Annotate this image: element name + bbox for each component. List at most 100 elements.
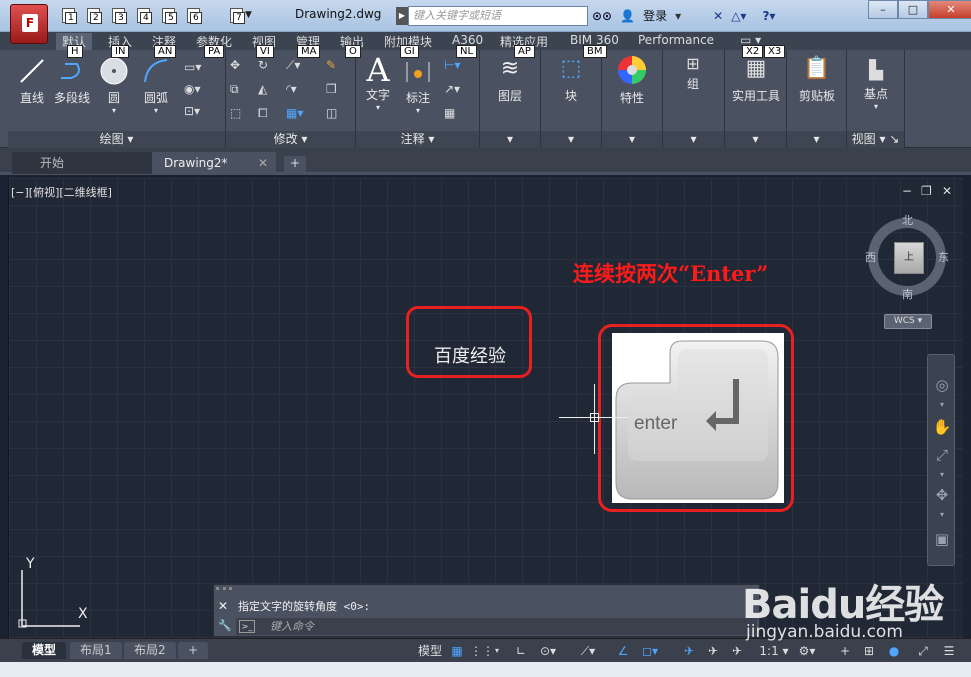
qat-saveas-icon[interactable]: 4 bbox=[133, 6, 155, 26]
viewport-restore-icon[interactable]: ❐ bbox=[921, 184, 932, 198]
panel-view-title[interactable]: 视图 ▾ ↘ bbox=[847, 131, 904, 148]
annotation-visibility-icon[interactable]: ✈ bbox=[680, 642, 698, 660]
orbit-icon[interactable]: ✥ bbox=[932, 485, 952, 505]
boundary-icon[interactable]: ⊡▾ bbox=[184, 104, 200, 120]
basepoint-tool[interactable]: ▙ 基点 ▾ bbox=[851, 60, 901, 111]
isolate-objects-icon[interactable]: ● bbox=[884, 642, 904, 660]
array-icon[interactable]: ▦▾ bbox=[286, 106, 303, 122]
annotation-scale-select[interactable]: 1:1 ▾ bbox=[754, 642, 794, 660]
drawing-canvas[interactable] bbox=[8, 178, 963, 638]
qat-plot-icon[interactable]: 5 bbox=[158, 6, 180, 26]
compass-north[interactable]: 北 bbox=[902, 212, 913, 228]
qat-undo-icon[interactable]: 6 bbox=[183, 6, 205, 26]
properties-tool[interactable]: 特性 bbox=[612, 54, 652, 106]
panel-properties-dropdown-icon[interactable]: ▾ bbox=[602, 131, 662, 148]
isodraft-icon[interactable]: ⟋▾ bbox=[576, 642, 600, 660]
auto-scale-icon[interactable]: ✈ bbox=[704, 642, 722, 660]
offset-icon[interactable]: ◫ bbox=[326, 106, 342, 122]
command-prompt-icon[interactable]: >_ bbox=[239, 620, 255, 633]
autodesk-360-icon[interactable]: △▾ bbox=[731, 9, 746, 23]
steeringwheel-dropdown-icon[interactable]: ▾ bbox=[932, 395, 952, 415]
move-icon[interactable]: ✥ bbox=[230, 58, 246, 74]
qat-new-icon[interactable]: 1 bbox=[58, 6, 80, 26]
object-snap-icon[interactable]: ◻▾ bbox=[638, 642, 662, 660]
wcs-menu[interactable]: WCS ▾ bbox=[884, 314, 932, 329]
linear-dim-icon[interactable]: ⊢▾ bbox=[444, 58, 460, 74]
text-tool[interactable]: A 文字 ▾ bbox=[362, 54, 394, 112]
panel-clipboard-dropdown-icon[interactable]: ▾ bbox=[787, 131, 846, 148]
exchange-icon[interactable]: ✕ bbox=[713, 9, 723, 23]
stretch-icon[interactable]: ⬚ bbox=[230, 106, 246, 122]
close-tab-icon[interactable]: ✕ bbox=[258, 152, 268, 174]
binoculars-icon[interactable]: ⊙⊙ bbox=[592, 9, 612, 23]
tab-performance[interactable]: Performance bbox=[638, 33, 714, 47]
login-button[interactable]: 登录 bbox=[643, 7, 667, 24]
group-tool[interactable]: ⊞ 组 bbox=[673, 54, 713, 92]
panel-group[interactable]: ⊞ 组 ▾ bbox=[663, 50, 725, 148]
hardware-accel-icon[interactable]: ⊞ bbox=[860, 642, 878, 660]
layout-tab-2[interactable]: 布局2 bbox=[124, 642, 176, 659]
steeringwheel-icon[interactable]: ◎ bbox=[932, 375, 952, 395]
scale-icon[interactable]: ⧠ bbox=[258, 106, 274, 122]
plus-icon[interactable]: + bbox=[836, 642, 854, 660]
application-menu-button[interactable]: F bbox=[10, 4, 48, 44]
zoom-dropdown-icon[interactable]: ▾ bbox=[932, 465, 952, 485]
block-tool[interactable]: ⬚ 块 bbox=[551, 56, 591, 104]
panel-properties[interactable]: 特性 ▾ bbox=[602, 50, 663, 148]
pan-icon[interactable]: ✋ bbox=[932, 417, 952, 437]
layout-tab-model[interactable]: 模型 bbox=[22, 642, 67, 659]
compass-west[interactable]: 西 bbox=[865, 249, 876, 265]
clipboard-tool[interactable]: 📋 剪贴板 bbox=[791, 56, 843, 104]
minimize-button[interactable]: – bbox=[868, 0, 898, 19]
polyline-tool[interactable]: 多段线 bbox=[52, 56, 92, 106]
layout-tab-1[interactable]: 布局1 bbox=[70, 642, 122, 659]
viewcube-top-face[interactable]: 上 bbox=[894, 242, 924, 274]
user-icon[interactable]: 👤 bbox=[620, 9, 635, 23]
layers-tool[interactable]: ≋ 图层 bbox=[490, 56, 530, 104]
model-space-button[interactable]: 模型 bbox=[414, 642, 446, 660]
panel-block[interactable]: ⬚ 块 ▾ bbox=[541, 50, 602, 148]
command-input[interactable]: 键入命令 bbox=[236, 618, 757, 635]
utilities-tool[interactable]: ▦ 实用工具 bbox=[727, 56, 785, 104]
viewport-controls-label[interactable]: [−][俯视][二维线框] bbox=[11, 184, 112, 200]
grid-icon[interactable]: ▦ bbox=[448, 642, 466, 660]
hatch-icon[interactable]: ◉▾ bbox=[184, 82, 201, 98]
clean-screen-icon[interactable]: ⤢ bbox=[914, 642, 932, 660]
workspace-gear-icon[interactable]: ⚙▾ bbox=[796, 642, 818, 660]
mirror-icon[interactable]: ◭ bbox=[258, 82, 274, 98]
new-tab-button[interactable]: + bbox=[284, 156, 306, 172]
panel-clipboard[interactable]: 📋 剪贴板 ▾ bbox=[787, 50, 847, 148]
customize-wrench-icon[interactable]: 🔧 bbox=[218, 619, 232, 632]
compass-south[interactable]: 南 bbox=[902, 286, 913, 302]
panel-block-dropdown-icon[interactable]: ▾ bbox=[541, 131, 601, 148]
maximize-button[interactable]: □ bbox=[898, 0, 928, 19]
polar-icon[interactable]: ⊙▾ bbox=[536, 642, 560, 660]
tab-drawing2[interactable]: Drawing2* ✕ bbox=[152, 152, 276, 174]
panel-annotation-title[interactable]: 注释 ▾ bbox=[356, 131, 479, 148]
layout-tab-add[interactable]: + bbox=[178, 642, 209, 659]
panel-utilities[interactable]: ▦ 实用工具 ▾ bbox=[725, 50, 787, 148]
viewcube[interactable]: 上 bbox=[868, 218, 946, 296]
leader-icon[interactable]: ↗▾ bbox=[444, 82, 460, 98]
panel-layers[interactable]: ≋ 图层 ▾ bbox=[480, 50, 541, 148]
line-tool[interactable]: 直线 bbox=[16, 56, 48, 106]
circle-tool[interactable]: 圆 ▾ bbox=[96, 56, 132, 115]
viewport-close-icon[interactable]: ✕ bbox=[942, 184, 952, 198]
command-close-icon[interactable]: ✕ bbox=[218, 599, 228, 613]
panel-draw-title[interactable]: 绘图 ▾ bbox=[8, 131, 225, 148]
panel-group-dropdown-icon[interactable]: ▾ bbox=[663, 131, 724, 148]
panel-utilities-dropdown-icon[interactable]: ▾ bbox=[725, 131, 786, 148]
tab-start[interactable]: 开始 bbox=[12, 152, 152, 174]
trim-icon[interactable]: ⟋▾ bbox=[286, 58, 302, 74]
showmotion-icon[interactable]: ▣ bbox=[932, 529, 952, 549]
erase-icon[interactable]: ✎ bbox=[326, 58, 342, 74]
table-icon[interactable]: ▦ bbox=[444, 106, 460, 122]
dimension-tool[interactable]: 标注 ▾ bbox=[402, 56, 434, 115]
object-tracking-icon[interactable]: ∠ bbox=[614, 642, 632, 660]
annotation-scale-icon[interactable]: ✈ bbox=[728, 642, 746, 660]
help-icon[interactable]: ?▾ bbox=[762, 9, 775, 23]
rotate-icon[interactable]: ↻ bbox=[258, 58, 274, 74]
compass-east[interactable]: 东 bbox=[938, 249, 949, 265]
customize-menu-icon[interactable]: ☰ bbox=[940, 642, 958, 660]
command-line-grip[interactable] bbox=[216, 587, 232, 595]
